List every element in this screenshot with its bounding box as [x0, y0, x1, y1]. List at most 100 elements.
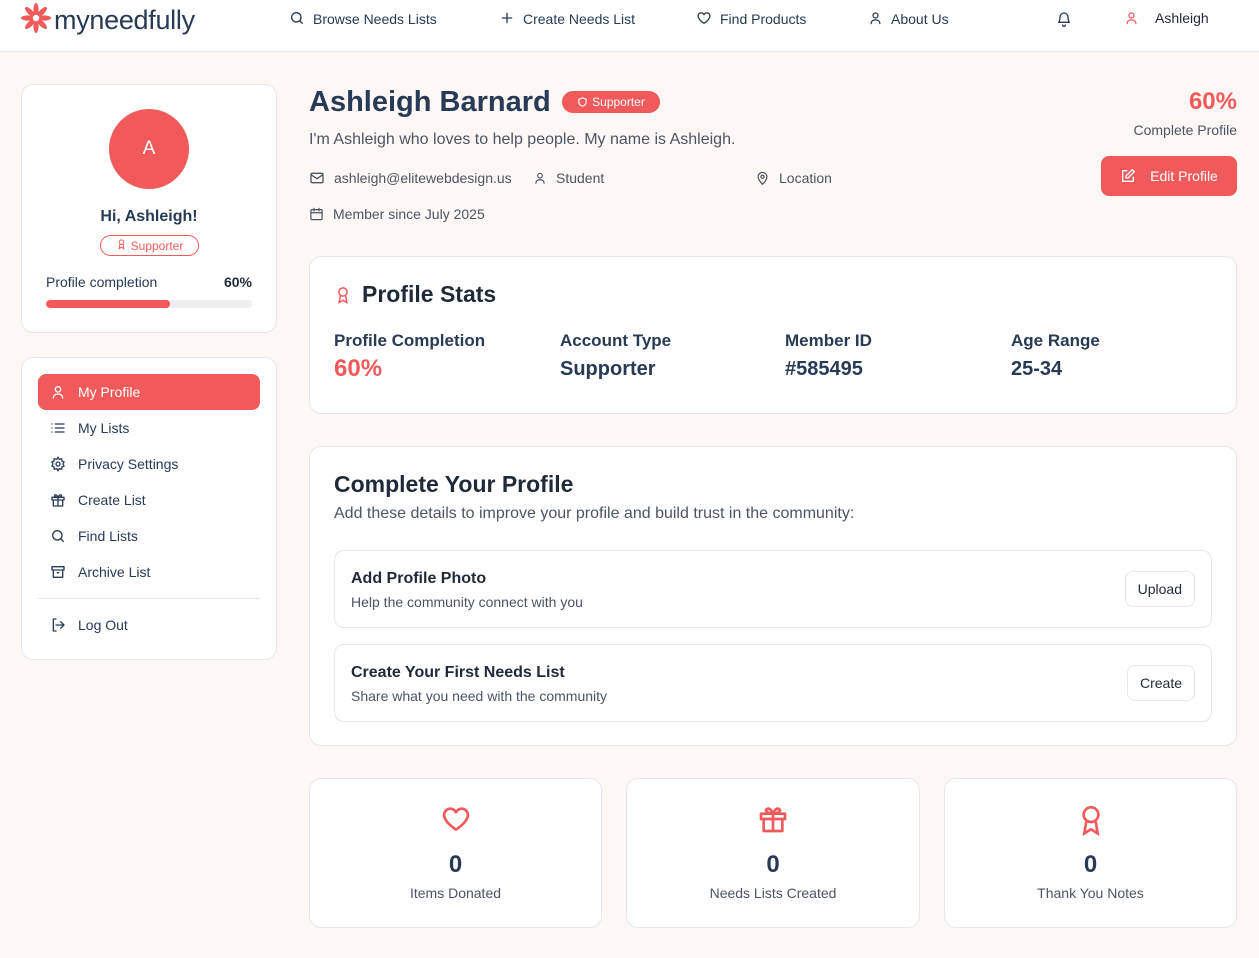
sidebar-item-privacy-settings[interactable]: Privacy Settings — [38, 446, 260, 482]
sidebar-item-create-list[interactable]: Create List — [38, 482, 260, 518]
upload-button[interactable]: Upload — [1124, 571, 1195, 607]
email-text: ashleigh@elitewebdesign.us — [334, 170, 512, 186]
map-pin-icon — [755, 170, 779, 186]
nav-label: Create Needs List — [523, 11, 636, 27]
tile-count: 0 — [448, 851, 463, 878]
sidebar-item-archive-list[interactable]: Archive List — [38, 554, 260, 590]
gear-icon — [50, 456, 78, 472]
profile-stats-card: Profile Stats Profile Completion 60% Acc… — [309, 256, 1237, 414]
complete-profile-title: Complete Your Profile — [334, 471, 574, 497]
top-navigation-bar: myneedfully Browse Needs Lists Create Ne… — [0, 0, 1259, 52]
search-icon — [50, 528, 78, 544]
award-icon — [116, 238, 127, 253]
completion-progress-bar — [46, 300, 252, 308]
member-since-info: Member since July 2025 — [309, 206, 485, 222]
badge-label: Supporter — [592, 95, 645, 109]
edit-profile-label: Edit Profile — [1150, 168, 1218, 184]
list-icon — [50, 420, 78, 436]
completion-value: 60% — [223, 274, 252, 290]
edit-profile-button[interactable]: Edit Profile — [1101, 156, 1237, 196]
logout-icon — [50, 617, 78, 633]
create-button[interactable]: Create — [1126, 665, 1195, 701]
award-icon — [945, 803, 1236, 837]
tile-thank-you-notes: 0 Thank You Notes — [944, 778, 1237, 928]
nav-label: About Us — [891, 11, 949, 27]
complete-profile-subtitle: Add these details to improve your profil… — [334, 505, 855, 522]
stat-profile-completion: Profile Completion 60% — [334, 331, 485, 383]
email-info: ashleigh@elitewebdesign.us — [309, 170, 512, 186]
brand-logo[interactable]: myneedfully — [20, 2, 195, 39]
profile-name: Ashleigh Barnard — [309, 86, 551, 118]
bell-icon[interactable] — [1056, 11, 1072, 32]
task-title: Add Profile Photo — [351, 570, 487, 587]
tile-items-donated: 0 Items Donated — [309, 778, 602, 928]
stat-label: Profile Completion — [334, 331, 486, 350]
task-add-profile-photo: Add Profile Photo Help the community con… — [334, 550, 1212, 628]
location-info: Location — [755, 170, 832, 186]
user-icon — [868, 10, 891, 29]
task-subtitle: Share what you need with the community — [351, 688, 608, 704]
profile-bio: I'm Ashleigh who loves to help people. M… — [309, 131, 736, 148]
complete-profile-card: Complete Your Profile Add these details … — [309, 446, 1237, 746]
supporter-badge: Supporter — [100, 235, 199, 256]
nav-create-needs-list[interactable]: Create Needs List — [499, 10, 635, 28]
stat-value: 60% — [334, 355, 383, 382]
stat-label: Age Range — [1011, 331, 1100, 350]
nav-find-products[interactable]: Find Products — [696, 10, 806, 28]
completion-label: Complete Profile — [1133, 122, 1238, 138]
avatar[interactable]: A — [109, 109, 189, 189]
sidebar-item-label: Create List — [78, 492, 146, 508]
sidebar-menu: My Profile My Lists Privacy Settings Cre… — [21, 357, 277, 660]
member-since-text: Member since July 2025 — [333, 206, 485, 222]
shield-icon — [577, 96, 588, 108]
nav-browse-needs-lists[interactable]: Browse Needs Lists — [289, 10, 437, 28]
profile-stats-title: Profile Stats — [334, 281, 496, 308]
archive-icon — [50, 564, 78, 580]
sidebar-item-my-lists[interactable]: My Lists — [38, 410, 260, 446]
user-icon — [1124, 10, 1139, 26]
calendar-icon — [309, 206, 333, 222]
badge-label: Supporter — [130, 238, 184, 253]
stat-account-type: Account Type Supporter — [560, 331, 671, 381]
sidebar-item-my-profile[interactable]: My Profile — [38, 374, 260, 410]
search-icon — [289, 10, 313, 29]
tile-count: 0 — [1083, 851, 1098, 878]
gift-icon — [627, 803, 919, 835]
brand-name: myneedfully — [54, 5, 195, 35]
completion-progress-fill — [46, 300, 170, 308]
sidebar-item-log-out[interactable]: Log Out — [38, 607, 260, 643]
tile-label: Thank You Notes — [1037, 885, 1144, 901]
heart-icon — [696, 10, 720, 29]
nav-label: Find Products — [720, 11, 807, 27]
location-text: Location — [779, 170, 832, 186]
award-icon — [334, 284, 352, 306]
tile-label: Items Donated — [409, 885, 502, 901]
plus-icon — [499, 10, 523, 29]
sun-flower-logo-icon — [20, 2, 52, 39]
tile-needs-lists-created: 0 Needs Lists Created — [626, 778, 920, 928]
sidebar-item-find-lists[interactable]: Find Lists — [38, 518, 260, 554]
nav-label: Browse Needs Lists — [313, 11, 437, 27]
sidebar-item-label: Archive List — [78, 564, 151, 580]
user-icon — [50, 384, 78, 400]
sidebar-item-label: Log Out — [78, 617, 128, 633]
stat-value: Supporter — [560, 358, 656, 380]
stats-title-text: Profile Stats — [362, 281, 497, 307]
stat-member-id: Member ID #585495 — [785, 331, 872, 381]
user-name: Ashleigh — [1155, 10, 1209, 26]
stat-label: Account Type — [560, 331, 672, 350]
completion-label: Profile completion — [46, 274, 158, 290]
greeting: Hi, Ashleigh! — [100, 208, 198, 225]
supporter-badge: Supporter — [562, 91, 660, 113]
role-info: Student — [533, 170, 604, 186]
stat-label: Member ID — [785, 331, 872, 350]
profile-summary-card: A Hi, Ashleigh! Supporter Profile comple… — [21, 84, 277, 333]
role-text: Student — [556, 170, 605, 186]
edit-icon — [1120, 168, 1136, 184]
nav-about-us[interactable]: About Us — [868, 10, 949, 28]
sidebar-item-label: My Lists — [78, 420, 130, 436]
task-subtitle: Help the community connect with you — [351, 594, 583, 610]
sidebar-item-label: My Profile — [78, 384, 141, 400]
user-menu[interactable]: Ashleigh — [1124, 10, 1209, 26]
tile-label: Needs Lists Created — [709, 885, 837, 901]
